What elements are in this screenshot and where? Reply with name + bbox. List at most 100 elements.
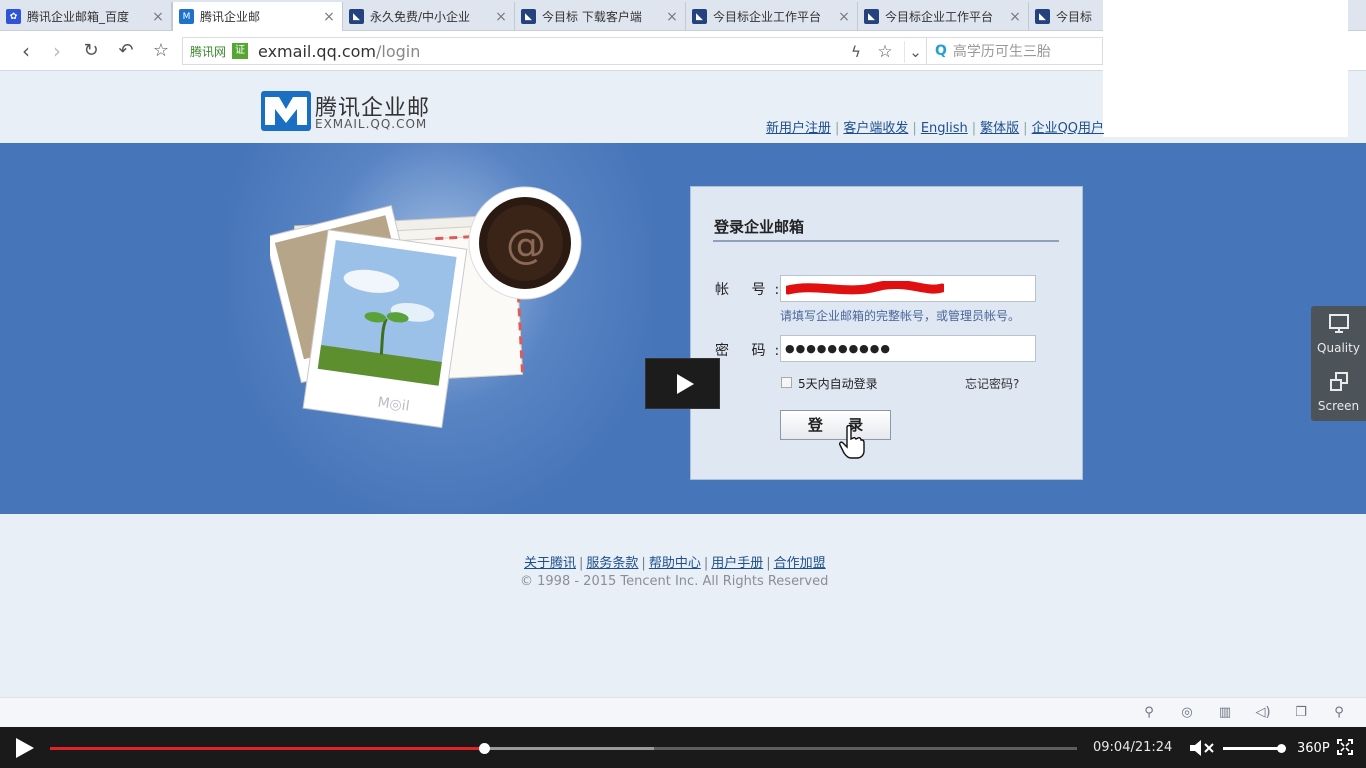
tab-title: 今目标企业工作平台 (885, 10, 994, 24)
tab-baidu-exmail[interactable]: ✿ 腾讯企业邮箱_百度 × (0, 2, 172, 31)
tab-exmail-login[interactable]: M 腾讯企业邮 × (172, 2, 343, 31)
quality-selector[interactable]: 360P (1297, 741, 1330, 756)
account-input[interactable] (780, 275, 1036, 302)
monitor-icon (1328, 314, 1349, 333)
partner-link[interactable]: 合作加盟 (774, 556, 826, 571)
tab-title: 永久免费/中小企业 (370, 10, 471, 24)
close-icon[interactable]: × (151, 9, 165, 25)
seek-bar[interactable] (50, 743, 1077, 754)
hand-cursor-icon (839, 425, 865, 459)
tab-jinmubiao-download[interactable]: ◣ 今目标 下载客户端 × (515, 2, 686, 31)
separator: | (641, 556, 646, 571)
screen-icon (1329, 372, 1348, 391)
blank-overlay-panel (1103, 0, 1348, 137)
address-bar[interactable]: 腾讯网 证 exmail.qq.com/login ϟ ☆ ⌄ (182, 37, 927, 65)
tab-jinmubiao-free[interactable]: ◣ 永久免费/中小企业 × (343, 2, 515, 31)
separator: | (1023, 121, 1028, 136)
separator: | (912, 121, 917, 136)
traditional-link[interactable]: 繁体版 (980, 121, 1019, 136)
undo-icon[interactable]: ↶ (114, 39, 138, 63)
window-icon[interactable]: ❐ (1292, 705, 1310, 721)
close-icon[interactable]: × (1008, 9, 1022, 25)
volume-level (1223, 747, 1281, 750)
volume-handle[interactable] (1277, 744, 1286, 753)
video-player-controls: 09:04/21:24 360P (0, 727, 1366, 768)
client-link[interactable]: 客户端收发 (843, 121, 908, 136)
about-link[interactable]: 关于腾讯 (524, 556, 576, 571)
forward-icon[interactable]: › (45, 39, 69, 63)
certificate-icon[interactable]: 证 (232, 43, 249, 59)
quality-button[interactable]: Quality (1311, 314, 1366, 355)
reload-icon[interactable]: ↻ (79, 39, 103, 63)
account-label: 帐 号: (715, 282, 789, 298)
seek-handle[interactable] (479, 743, 491, 754)
separator: | (835, 121, 840, 136)
pin-icon[interactable]: ⚲ (1140, 705, 1158, 721)
exmail-logo-icon (261, 91, 311, 131)
help-link[interactable]: 帮助中心 (649, 556, 701, 571)
chevron-down-icon[interactable]: ⌄ (904, 41, 926, 63)
zoom-icon[interactable]: ⚲ (1330, 705, 1348, 721)
password-input[interactable]: ●●●●●●●●●● (780, 335, 1036, 362)
exmail-icon: M (179, 9, 194, 24)
separator: | (703, 556, 709, 571)
footer-links: 关于腾讯 | 服务条款 | 帮助中心 | 用户手册 | 合作加盟 (524, 552, 826, 571)
paw-icon: ✿ (6, 9, 21, 24)
tab-title: 今目标 (1056, 10, 1093, 24)
volume-slider[interactable] (1223, 744, 1286, 753)
login-banner: M◎il @ (0, 143, 1366, 514)
tab-jinmubiao-3[interactable]: ◣ 今目标 (1029, 2, 1109, 31)
brand-domain: EXMAIL.QQ.COM (315, 117, 428, 131)
seek-played (50, 747, 485, 750)
tab-title: 腾讯企业邮 (200, 10, 261, 24)
mute-icon[interactable] (1189, 739, 1215, 757)
browser-status-bar: ⚲ ◎ ▥ ◁) ❐ ⚲ (0, 697, 1366, 727)
forgot-password-link[interactable]: 忘记密码? (965, 375, 1019, 392)
speaker-icon[interactable]: ◁) (1254, 705, 1272, 721)
star-icon[interactable]: ☆ (149, 39, 173, 63)
play-icon[interactable] (16, 738, 34, 758)
login-button[interactable]: 登 录 (780, 410, 891, 440)
register-link[interactable]: 新用户注册 (766, 121, 831, 136)
lightning-icon[interactable]: ϟ (845, 41, 867, 63)
search-input[interactable]: Q 高学历可生三胎 (927, 37, 1103, 65)
manual-link[interactable]: 用户手册 (711, 556, 763, 571)
tab-title: 腾讯企业邮箱_百度 (27, 10, 130, 24)
auto-login-label[interactable]: 5天内自动登录 (798, 375, 878, 392)
quality-label: Quality (1317, 341, 1360, 355)
jinmubiao-icon: ◣ (521, 9, 536, 24)
enterprise-qq-link[interactable]: 企业QQ用户 (1032, 121, 1104, 136)
jinmubiao-icon: ◣ (692, 9, 707, 24)
url-path: /login (375, 41, 421, 61)
redaction-scribble (786, 281, 944, 295)
url-host: exmail.qq.com (258, 41, 376, 61)
tab-jinmubiao-platform-2[interactable]: ◣ 今目标企业工作平台 × (858, 2, 1029, 31)
jinmubiao-icon: ◣ (1035, 9, 1050, 24)
screen-button[interactable]: Screen (1311, 372, 1366, 413)
tab-title: 今目标 下载客户端 (542, 10, 642, 24)
title-divider (713, 240, 1059, 242)
login-title: 登录企业邮箱 (714, 218, 805, 236)
close-icon[interactable]: × (322, 9, 336, 25)
player-side-widget: Quality Screen (1311, 306, 1366, 421)
jinmubiao-icon: ◣ (864, 9, 879, 24)
close-icon[interactable]: × (665, 9, 679, 25)
fullscreen-icon[interactable] (1337, 739, 1353, 755)
tab-jinmubiao-platform[interactable]: ◣ 今目标企业工作平台 × (686, 2, 858, 31)
close-icon[interactable]: × (837, 9, 851, 25)
bookmark-star-icon[interactable]: ☆ (874, 41, 896, 63)
site-label: 腾讯网 (190, 44, 227, 59)
close-icon[interactable]: × (494, 9, 508, 25)
copyright: © 1998 - 2015 Tencent Inc. All Rights Re… (520, 574, 829, 589)
auto-login-checkbox[interactable] (781, 377, 792, 388)
login-panel: 登录企业邮箱 帐 号: 请填写企业邮箱的完整帐号，或管理员帐号。 密 码: ●●… (690, 186, 1083, 480)
separator: | (766, 556, 771, 571)
video-play-overlay-button[interactable] (645, 358, 720, 409)
terms-link[interactable]: 服务条款 (586, 556, 638, 571)
separator: | (971, 121, 977, 136)
english-link[interactable]: English (921, 121, 968, 136)
back-icon[interactable]: ‹ (14, 39, 38, 63)
accelerate-icon[interactable]: ◎ (1178, 705, 1196, 721)
password-label: 密 码: (715, 343, 789, 359)
trash-icon[interactable]: ▥ (1216, 705, 1234, 721)
